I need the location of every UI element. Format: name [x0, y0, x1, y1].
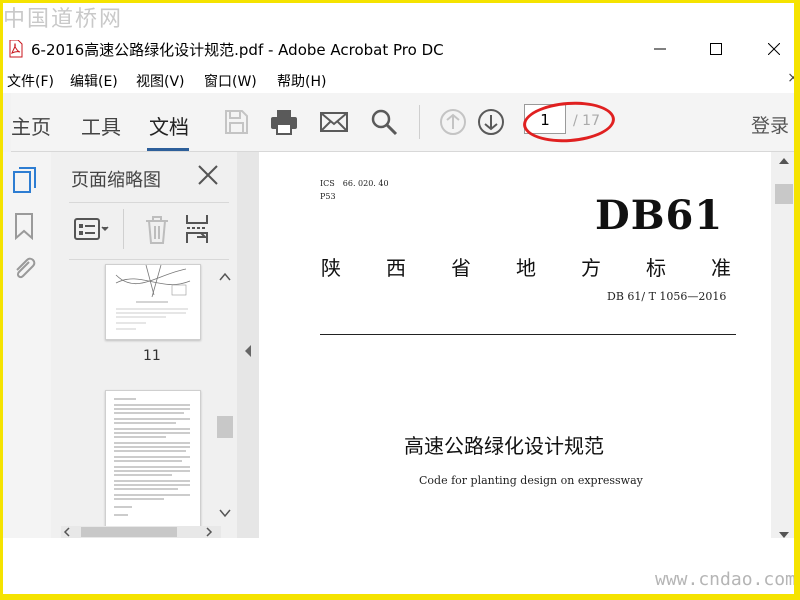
navigation-pane-strip — [3, 152, 52, 538]
save-icon — [225, 110, 248, 134]
attachments-toggle[interactable] — [11, 254, 37, 282]
document-page: ICS 66. 020. 40 P53 DB61 陕 西 省 地 方 标 准 D… — [259, 152, 771, 538]
pdf-file-icon — [9, 40, 23, 58]
bookmarks-toggle[interactable] — [13, 212, 35, 240]
thumbnail-drawing — [115, 265, 191, 330]
close-icon — [198, 165, 218, 185]
page-thumbnail-label: 11 — [143, 348, 161, 364]
tab-home[interactable]: 主页 — [11, 111, 51, 140]
previous-page-button[interactable] — [438, 107, 468, 137]
maximize-button[interactable] — [693, 31, 739, 67]
frame-edge-bottom — [0, 594, 800, 600]
minimize-button[interactable] — [637, 31, 683, 67]
extract-pages-button[interactable] — [183, 213, 213, 245]
maximize-icon — [710, 43, 722, 55]
hscrollbar-graphic — [63, 527, 213, 537]
close-icon — [768, 43, 780, 55]
header-rule — [320, 334, 736, 335]
pages-icon — [13, 167, 36, 193]
menu-edit[interactable]: 编辑(E) — [70, 71, 118, 91]
menu-window[interactable]: 窗口(W) — [204, 71, 257, 91]
minimize-icon — [654, 48, 666, 50]
menu-file[interactable]: 文件(F) — [7, 71, 54, 91]
toolbar-separator — [419, 105, 420, 139]
save-button[interactable] — [221, 107, 251, 137]
document-title-cn: 高速公路绿化设计规范 — [404, 434, 604, 458]
frame-edge-right — [794, 0, 800, 600]
heading-char: 地 — [516, 256, 536, 280]
panel-title: 页面缩略图 — [71, 170, 161, 191]
menu-help[interactable]: 帮助(H) — [277, 71, 326, 91]
search-button[interactable] — [369, 107, 399, 137]
tab-document[interactable]: 文档 — [149, 111, 189, 140]
heading-char: 标 — [646, 256, 666, 280]
standard-code: DB61 — [595, 192, 724, 239]
toolbar: 主页 工具 文档 1 / 17 登录 — [11, 93, 797, 152]
tab-tools[interactable]: 工具 — [81, 111, 121, 140]
envelope-icon — [320, 112, 348, 132]
heading-char: 准 — [711, 256, 731, 280]
menu-bar: 文件(F) 编辑(E) 视图(V) 窗口(W) 帮助(H) × — [3, 67, 797, 93]
arrow-down-circle-icon — [478, 109, 504, 135]
login-button[interactable]: 登录 — [751, 111, 789, 138]
thumbnails-vertical-scrollbar[interactable] — [215, 264, 235, 526]
paperclip-icon — [16, 257, 36, 279]
email-button[interactable] — [319, 107, 349, 137]
printer-icon — [271, 110, 297, 135]
heading-char: 方 — [581, 256, 601, 280]
watermark-top: 中国道桥网 — [3, 3, 797, 32]
ics-code: ICS 66. 020. 40 — [320, 179, 389, 188]
page-extract-icon — [186, 215, 208, 243]
arrow-up-circle-icon — [440, 109, 466, 135]
classification-code: P53 — [320, 192, 336, 201]
bookmark-icon — [15, 213, 33, 240]
heading-char: 陕 — [321, 256, 341, 280]
thumbnails-horizontal-scrollbar[interactable] — [61, 526, 221, 538]
panel-separator — [123, 209, 124, 249]
active-tab-indicator — [147, 148, 189, 151]
document-title-en: Code for planting design on expressway — [419, 474, 643, 487]
scrollbar-graphic — [217, 272, 233, 518]
trash-icon — [146, 216, 168, 244]
next-page-button[interactable] — [476, 107, 506, 137]
delete-pages-button[interactable] — [143, 215, 171, 245]
options-menu-icon — [74, 218, 109, 240]
standard-type-heading: 陕 西 省 地 方 标 准 — [321, 252, 731, 281]
page-thumbnail-12[interactable] — [105, 390, 201, 528]
window-title: 6-2016高速公路绿化设计规范.pdf - Adobe Acrobat Pro… — [31, 41, 444, 59]
print-button[interactable] — [269, 107, 299, 137]
thumbnails-panel: 页面缩略图 11 — [51, 152, 237, 538]
thumbnail-options-button[interactable] — [73, 215, 113, 245]
heading-char: 西 — [386, 256, 406, 280]
collapse-pane-strip[interactable] — [237, 152, 259, 538]
menu-view[interactable]: 视图(V) — [136, 71, 185, 91]
close-window-button[interactable] — [751, 31, 797, 67]
title-bar: 6-2016高速公路绿化设计规范.pdf - Adobe Acrobat Pro… — [3, 31, 797, 67]
search-icon — [371, 109, 398, 136]
page-thumbnails-toggle[interactable] — [11, 166, 39, 196]
watermark-top-text: 中国道桥网 — [3, 7, 124, 32]
thumbnail-text-lines — [114, 398, 190, 516]
panel-toolbar — [69, 202, 229, 260]
standard-number: DB 61/ T 1056—2016 — [607, 290, 727, 303]
watermark-bottom: www.cndao.com — [655, 569, 796, 590]
app-frame: 中国道桥网 6-2016高速公路绿化设计规范.pdf - Adobe Acrob… — [0, 0, 800, 600]
collapse-left-icon — [245, 345, 251, 357]
close-panel-button[interactable] — [195, 162, 221, 188]
page-thumbnail-11[interactable] — [105, 264, 201, 340]
heading-char: 省 — [451, 256, 471, 280]
